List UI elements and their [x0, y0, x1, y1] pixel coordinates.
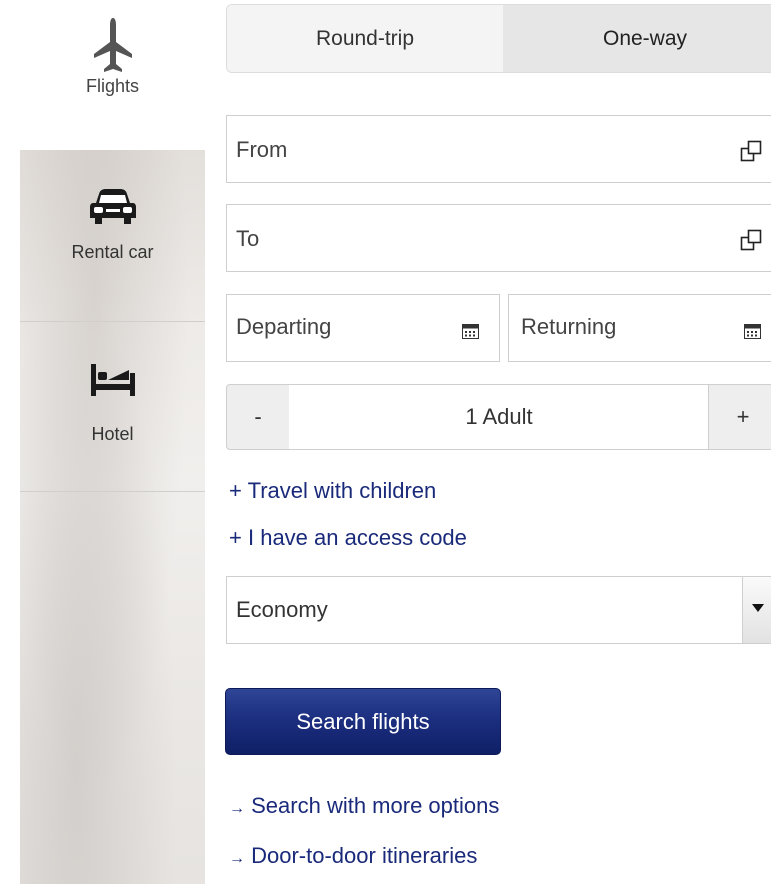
sidebar-item-label: Rental car: [71, 242, 154, 262]
passenger-decrement-button[interactable]: -: [226, 384, 290, 450]
returning-placeholder: Returning: [521, 314, 617, 339]
search-flights-button[interactable]: Search flights: [225, 688, 501, 755]
cabin-class-select[interactable]: Economy: [226, 576, 771, 644]
plus-icon: +: [229, 478, 242, 503]
sidebar-divider: [20, 491, 205, 492]
sidebar-item-rental-car[interactable]: Rental car: [20, 188, 205, 263]
sidebar-divider: [20, 321, 205, 322]
trip-type-tabs: Round-trip One-way: [226, 4, 771, 73]
sidebar: Flights Rental car Hotel: [0, 0, 205, 884]
passenger-increment-button[interactable]: +: [708, 384, 771, 450]
sidebar-item-label: Flights: [85, 76, 139, 96]
sidebar-item-label: Hotel: [91, 424, 134, 444]
passenger-count: 1 Adult: [289, 384, 709, 450]
to-field[interactable]: To: [226, 204, 771, 272]
from-placeholder: From: [236, 137, 288, 162]
plus-icon: +: [229, 525, 242, 550]
location-picker-icon[interactable]: [740, 229, 762, 251]
access-code-link[interactable]: + I have an access code: [229, 525, 467, 551]
tab-round-trip[interactable]: Round-trip: [227, 5, 503, 72]
tab-one-way[interactable]: One-way: [503, 5, 771, 72]
bed-icon: [90, 364, 135, 396]
departing-placeholder: Departing: [236, 314, 332, 339]
arrow-right-icon: →: [229, 800, 245, 817]
sidebar-item-hotel[interactable]: Hotel: [20, 364, 205, 445]
returning-date-field[interactable]: Returning: [508, 294, 771, 362]
chevron-down-icon[interactable]: [742, 577, 771, 643]
car-icon: [89, 189, 136, 224]
location-picker-icon[interactable]: [740, 140, 762, 162]
airplane-icon: [93, 18, 132, 72]
travel-with-children-link[interactable]: + Travel with children: [229, 478, 436, 504]
access-code-label: I have an access code: [247, 525, 467, 550]
more-options-link[interactable]: → Search with more options: [229, 793, 499, 819]
more-options-label: Search with more options: [251, 793, 500, 818]
departing-date-field[interactable]: Departing: [226, 294, 500, 362]
calendar-icon[interactable]: [744, 324, 761, 339]
arrow-right-icon: →: [229, 850, 245, 867]
calendar-icon[interactable]: [462, 324, 479, 339]
to-placeholder: To: [236, 226, 260, 251]
sidebar-item-flights[interactable]: Flights: [20, 0, 205, 150]
cabin-class-value: Economy: [236, 597, 328, 622]
door-to-door-link[interactable]: → Door-to-door itineraries: [229, 843, 477, 869]
from-field[interactable]: From: [226, 115, 771, 183]
travel-with-children-label: Travel with children: [247, 478, 437, 503]
door-to-door-label: Door-to-door itineraries: [251, 843, 478, 868]
